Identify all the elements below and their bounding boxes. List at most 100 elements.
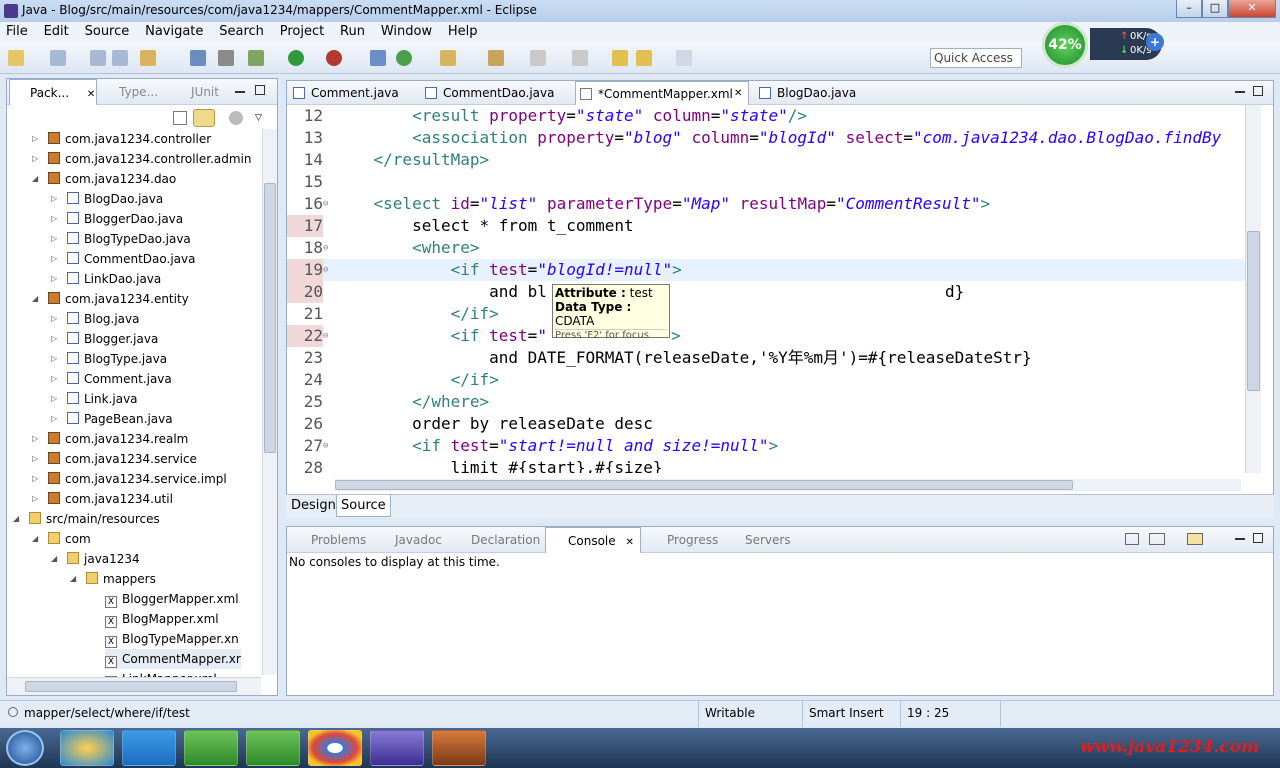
open-console-icon[interactable] (1187, 533, 1203, 545)
tree-item[interactable]: ◢ com.java1234.dao (32, 169, 176, 189)
search-icon[interactable] (488, 50, 504, 66)
taskbar-camtasia2-icon[interactable] (246, 730, 300, 766)
tree-item[interactable]: ▷ Comment.java (51, 369, 172, 389)
fold-icon[interactable]: ⊖ (323, 237, 328, 259)
new-class-icon[interactable] (396, 50, 412, 66)
scroll-thumb[interactable] (1247, 231, 1260, 391)
open-type-icon[interactable] (140, 50, 156, 66)
tree-item[interactable]: ▷ BlogDao.java (51, 189, 163, 209)
menu-file[interactable]: File (0, 22, 34, 42)
last-edit-icon[interactable] (612, 50, 628, 66)
expand-arrow-icon[interactable]: ▷ (51, 309, 57, 329)
new-java-project-icon[interactable] (370, 50, 386, 66)
link-with-editor-icon[interactable] (193, 109, 215, 127)
taskbar-mysql-icon[interactable] (432, 730, 486, 766)
close-tab-icon[interactable]: ✕ (734, 82, 742, 106)
taskbar-app-icon[interactable] (60, 730, 114, 766)
skip-breakpoints-icon[interactable] (218, 50, 234, 66)
code-line[interactable]: 18 ⊖ <where> (287, 237, 1245, 259)
close-button[interactable]: ✕ (1228, 0, 1276, 18)
new-icon[interactable] (8, 50, 24, 66)
collapse-arrow-icon[interactable]: ◢ (32, 169, 38, 189)
tab-blogdao-java[interactable]: BlogDao.java (755, 81, 856, 105)
close-icon[interactable]: ✕ (87, 89, 95, 100)
expand-arrow-icon[interactable]: ▷ (51, 349, 57, 369)
expand-arrow-icon[interactable]: ▷ (51, 409, 57, 429)
tree-item[interactable]: ▷ CommentDao.java (51, 249, 195, 269)
collapse-arrow-icon[interactable]: ◢ (70, 569, 76, 589)
expand-arrow-icon[interactable]: ▷ (32, 129, 38, 149)
tab-console[interactable]: Console ✕ (545, 527, 641, 553)
menu-help[interactable]: Help (442, 22, 484, 42)
tab-junit[interactable]: JUnit (171, 79, 219, 105)
view-menu-icon[interactable]: ▽ (255, 113, 262, 123)
code-line[interactable]: 19 ⊖ <if test="blogId!=null"> (287, 259, 1245, 281)
tree-item[interactable]: ▷ BlogType.java (51, 349, 167, 369)
expand-arrow-icon[interactable]: ▷ (51, 209, 57, 229)
expand-arrow-icon[interactable]: ▷ (32, 489, 38, 509)
expand-arrow-icon[interactable]: ▷ (32, 149, 38, 169)
console-icon[interactable] (190, 50, 206, 66)
tree-item[interactable]: X BlogMapper.xml (105, 609, 219, 629)
code-line[interactable]: 27 ⊖ <if test="start!=null and size!=null… (287, 435, 1245, 457)
tab-progress[interactable]: Progress (645, 527, 718, 553)
tree-item[interactable]: ◢ mappers (70, 569, 156, 589)
expand-arrow-icon[interactable]: ▷ (51, 229, 57, 249)
forward-icon[interactable] (676, 50, 692, 66)
taskbar-chrome-icon[interactable] (308, 730, 362, 766)
next-annotation-icon[interactable] (572, 50, 588, 66)
tree-item[interactable]: ▷ com.java1234.service (32, 449, 197, 469)
taskbar-camtasia-icon[interactable] (184, 730, 238, 766)
close-icon[interactable]: ✕ (625, 537, 633, 548)
fold-icon[interactable]: ⊖ (323, 193, 328, 215)
expand-arrow-icon[interactable]: ▷ (32, 469, 38, 489)
expand-arrow-icon[interactable]: ▷ (51, 249, 57, 269)
code-line[interactable]: 25 </where> (287, 391, 1245, 413)
expand-arrow-icon[interactable]: ▷ (51, 189, 57, 209)
menu-source[interactable]: Source (79, 22, 136, 42)
tab-problems[interactable]: Problems (289, 527, 366, 553)
minimize-editor-icon[interactable] (1235, 91, 1245, 93)
external-tools-icon[interactable] (326, 50, 342, 66)
view-settings-icon[interactable] (229, 111, 243, 125)
tree-item[interactable]: ◢ java1234 (51, 549, 140, 569)
code-line[interactable]: 16 ⊖ <select id="list" parameterType="Map… (287, 193, 1245, 215)
tree-item[interactable]: ▷ com.java1234.realm (32, 429, 188, 449)
tab-design[interactable]: Design (288, 495, 339, 517)
tab-javadoc[interactable]: Javadoc (373, 527, 442, 553)
code-line[interactable]: 14 </resultMap> (287, 149, 1245, 171)
taskbar-wps-icon[interactable] (122, 730, 176, 766)
expand-arrow-icon[interactable]: ▷ (32, 449, 38, 469)
back-icon[interactable] (636, 50, 652, 66)
tree-vertical-scrollbar[interactable] (262, 129, 277, 675)
tree-item[interactable]: ▷ com.java1234.service.impl (32, 469, 227, 489)
editor-horizontal-scrollbar[interactable] (335, 479, 1241, 491)
expand-arrow-icon[interactable]: ▷ (51, 389, 57, 409)
minimize-view-icon[interactable] (1235, 538, 1245, 540)
tab-commentdao-java[interactable]: CommentDao.java (421, 81, 554, 105)
tree-item[interactable]: ▷ Blogger.java (51, 329, 158, 349)
tree-item[interactable]: XLinkMapper.xml (105, 669, 217, 677)
code-line[interactable]: 13 <association property="blog" column="… (287, 127, 1245, 149)
collapse-all-icon[interactable] (173, 111, 187, 125)
tab-comment-java[interactable]: Comment.java (289, 81, 399, 105)
fold-icon[interactable]: ⊖ (323, 259, 328, 281)
tree-item[interactable]: X BlogTypeMapper.xn (105, 629, 239, 649)
code-line[interactable]: 20 and bl d} (287, 281, 1245, 303)
menu-navigate[interactable]: Navigate (139, 22, 209, 42)
save-icon[interactable] (50, 50, 66, 66)
expand-arrow-icon[interactable]: ▷ (51, 269, 57, 289)
tab-source[interactable]: Source (336, 495, 391, 517)
tree-item[interactable]: ▷ Link.java (51, 389, 138, 409)
code-line[interactable]: 22 ⊖ <if test=" > (287, 325, 1245, 347)
tab-declaration[interactable]: Declaration (449, 527, 540, 553)
code-line[interactable]: 28 limit #{start},#{size} (287, 457, 1245, 473)
annotation-icon[interactable] (530, 50, 546, 66)
tree-item[interactable]: ▷ com.java1234.controller.admin (32, 149, 252, 169)
expand-arrow-icon[interactable]: ▷ (51, 369, 57, 389)
collapse-arrow-icon[interactable]: ◢ (13, 509, 19, 529)
tab-type-hierarchy[interactable]: Type... (99, 79, 158, 105)
menu-run[interactable]: Run (334, 22, 371, 42)
maximize-view-icon[interactable] (255, 85, 265, 95)
tree-item[interactable]: ▷ BloggerDao.java (51, 209, 183, 229)
